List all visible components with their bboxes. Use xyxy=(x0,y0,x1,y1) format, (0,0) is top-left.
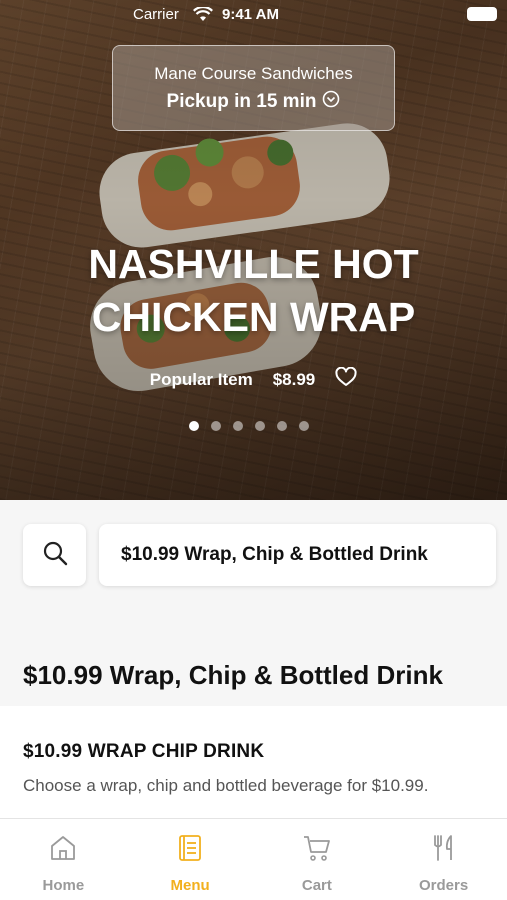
category-selector[interactable]: $10.99 Wrap, Chip & Bottled Drink xyxy=(99,524,496,586)
tab-menu-label: Menu xyxy=(170,877,210,894)
tab-menu[interactable]: Menu xyxy=(127,819,254,900)
home-icon xyxy=(48,833,78,877)
fork-knife-icon xyxy=(429,833,459,877)
section-heading: $10.99 Wrap, Chip & Bottled Drink xyxy=(23,660,443,690)
featured-item-meta: Popular Item $8.99 xyxy=(0,366,507,392)
menu-book-icon xyxy=(175,833,205,877)
heart-icon[interactable] xyxy=(335,366,357,392)
chevron-down-circle-icon xyxy=(322,90,340,114)
tab-cart-label: Cart xyxy=(301,877,332,894)
carousel-dot[interactable] xyxy=(255,421,265,431)
featured-item-title[interactable]: NASHVILLE HOT CHICKEN WRAP xyxy=(0,238,507,344)
carrier-label: Carrier xyxy=(133,6,179,23)
tab-home-label: Home xyxy=(42,877,85,894)
pickup-time-row[interactable]: Pickup in 15 min xyxy=(113,90,394,114)
clock-time: 9:41 AM xyxy=(222,6,279,23)
carousel-dot[interactable] xyxy=(211,421,221,431)
tab-orders-label: Orders xyxy=(419,877,469,894)
menu-item-card[interactable]: $10.99 WRAP CHIP DRINK Choose a wrap, ch… xyxy=(0,706,507,826)
pickup-selector[interactable]: Mane Course Sandwiches Pickup in 15 min xyxy=(112,45,395,131)
carousel-dot[interactable] xyxy=(233,421,243,431)
popular-badge: Popular Item xyxy=(149,369,253,389)
cart-icon xyxy=(302,833,332,877)
search-button[interactable] xyxy=(23,524,86,586)
status-bar: Carrier 9:41 AM xyxy=(0,0,507,30)
menu-item-description: Choose a wrap, chip and bottled beverage… xyxy=(23,776,429,795)
featured-price: $8.99 xyxy=(272,369,316,389)
tab-bar: Home Menu Cart Orders xyxy=(0,818,507,900)
menu-item-name: $10.99 WRAP CHIP DRINK xyxy=(23,741,265,762)
tab-cart[interactable]: Cart xyxy=(254,819,381,900)
carousel-dot[interactable] xyxy=(189,421,199,431)
carousel-dot[interactable] xyxy=(299,421,309,431)
restaurant-name: Mane Course Sandwiches xyxy=(154,64,353,83)
carousel-dot[interactable] xyxy=(277,421,287,431)
battery-icon xyxy=(467,7,497,21)
hero-banner[interactable]: Carrier 9:41 AM Mane Course Sandwiches P… xyxy=(0,0,507,500)
wifi-icon xyxy=(193,5,213,26)
carousel-pagination[interactable] xyxy=(189,421,309,431)
tab-home[interactable]: Home xyxy=(0,819,127,900)
tab-orders[interactable]: Orders xyxy=(380,819,507,900)
pickup-time-label: Pickup in 15 min xyxy=(166,91,317,112)
featured-title-line1: NASHVILLE HOT xyxy=(88,241,419,287)
featured-title-line2: CHICKEN WRAP xyxy=(91,294,416,340)
search-icon xyxy=(42,540,68,571)
